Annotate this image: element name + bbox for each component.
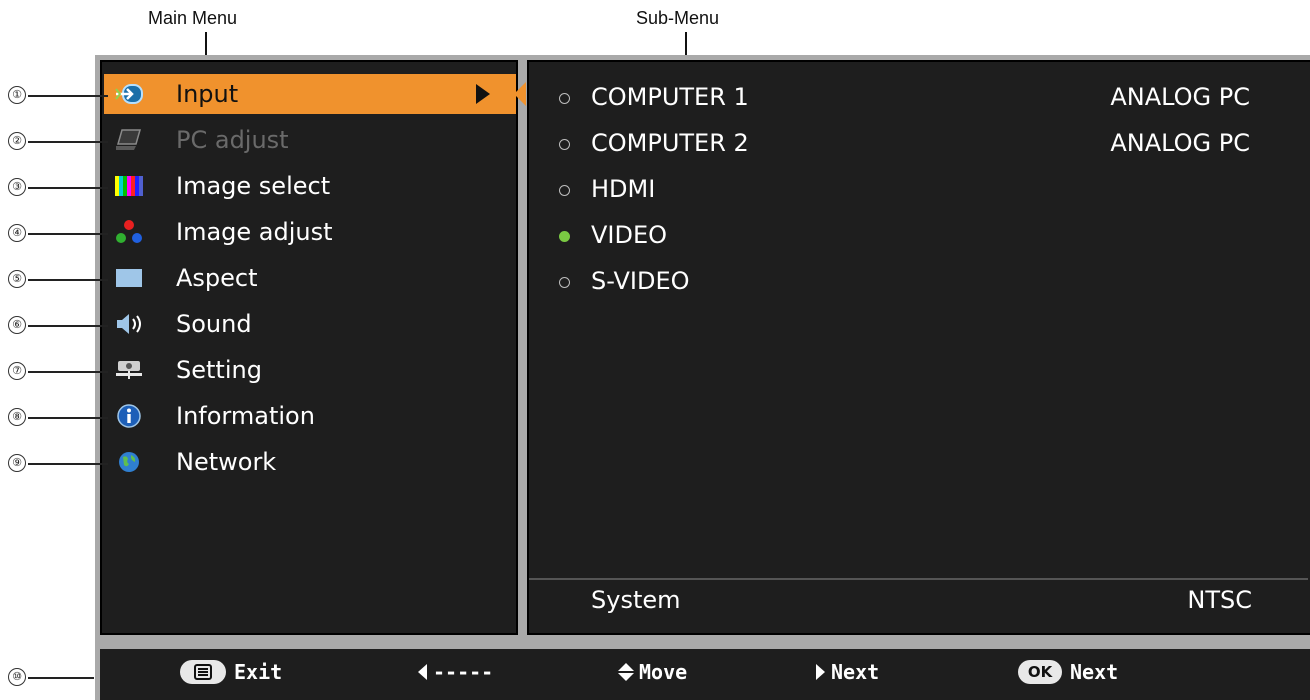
- menu-label: Image adjust: [176, 218, 333, 246]
- move-hint-label: Move: [639, 660, 688, 684]
- radio-button-icon: [559, 185, 570, 196]
- sub-menu-label: COMPUTER 2: [591, 129, 749, 157]
- main-menu-item-setting[interactable]: Setting: [104, 350, 516, 390]
- bottom-hint-bar: Exit ----- Move Next OK Next: [100, 649, 1310, 700]
- radio-button-icon: [559, 93, 570, 104]
- main-menu-item-image-adjust[interactable]: Image adjust: [104, 212, 516, 252]
- main-menu-item-sound[interactable]: Sound: [104, 304, 516, 344]
- image-adjust-icon: [112, 218, 146, 246]
- main-menu-item-network[interactable]: Network: [104, 442, 516, 482]
- sub-menu-label: HDMI: [591, 175, 656, 203]
- callout-number: ①: [8, 86, 26, 104]
- left-arrow-icon: [418, 664, 427, 680]
- sound-icon: [112, 310, 146, 338]
- sub-menu-item-hdmi[interactable]: HDMI: [529, 171, 1308, 211]
- radio-button-icon: [559, 139, 570, 150]
- menu-label: Network: [176, 448, 277, 476]
- sub-menu-value: ANALOG PC: [1110, 129, 1250, 157]
- radio-button-icon: [559, 277, 570, 288]
- menu-key-icon: [180, 660, 226, 684]
- main-menu-item-image-select[interactable]: Image select: [104, 166, 516, 206]
- menu-label: Aspect: [176, 264, 258, 292]
- network-icon: [112, 448, 146, 476]
- callout-line: [28, 233, 108, 235]
- sub-menu-label: COMPUTER 1: [591, 83, 749, 111]
- main-menu-panel: Input PC adjust Image select Image adjus…: [100, 60, 518, 635]
- right-arrow-icon: [816, 664, 825, 680]
- sub-menu-item-computer-1[interactable]: COMPUTER 1 ANALOG PC: [529, 79, 1308, 119]
- menu-label: PC adjust: [176, 126, 289, 154]
- input-icon: [112, 80, 146, 108]
- main-menu-item-pc-adjust[interactable]: PC adjust: [104, 120, 516, 160]
- image-select-icon: [112, 172, 146, 200]
- main-menu-item-aspect[interactable]: Aspect: [104, 258, 516, 298]
- callout-number: ④: [8, 224, 26, 242]
- divider: [529, 578, 1308, 580]
- next-hint[interactable]: Next: [816, 660, 879, 684]
- callout-number: ③: [8, 178, 26, 196]
- sub-menu-item-video[interactable]: VIDEO: [529, 217, 1308, 257]
- ok-hint-label: Next: [1070, 660, 1119, 684]
- up-down-arrow-icon: [618, 663, 634, 681]
- callout-number: ⑥: [8, 316, 26, 334]
- menu-label: Information: [176, 402, 315, 430]
- callout-line: [28, 325, 108, 327]
- sub-menu-item-s-video[interactable]: S-VIDEO: [529, 263, 1308, 303]
- information-icon: [112, 402, 146, 430]
- callout-number: ②: [8, 132, 26, 150]
- menu-label: Input: [176, 80, 239, 108]
- sub-menu-label: VIDEO: [591, 221, 668, 249]
- system-label: System: [591, 586, 681, 614]
- callout-number: ⑦: [8, 362, 26, 380]
- main-menu-callout: Main Menu: [148, 8, 238, 28]
- pc-adjust-icon: [112, 126, 146, 154]
- move-hint[interactable]: Move: [618, 660, 687, 684]
- submenu-arrow-icon: [476, 84, 490, 104]
- sub-menu-item-computer-2[interactable]: COMPUTER 2 ANALOG PC: [529, 125, 1308, 165]
- radio-selected-icon: [559, 231, 570, 242]
- active-menu-pointer: [514, 82, 526, 106]
- back-hint-label: -----: [433, 660, 494, 684]
- callout-number: ⑩: [8, 668, 26, 686]
- callout-line: [28, 417, 108, 419]
- callout-line: [28, 95, 108, 97]
- sub-menu-callout: Sub-Menu: [636, 8, 720, 28]
- system-value: NTSC: [1187, 586, 1252, 614]
- sub-menu-value: ANALOG PC: [1110, 83, 1250, 111]
- callout-line: [28, 463, 108, 465]
- exit-hint-label: Exit: [234, 660, 283, 684]
- ok-key-icon: OK: [1018, 660, 1062, 684]
- callout-line: [28, 187, 108, 189]
- back-hint: -----: [418, 660, 493, 684]
- menu-label: Setting: [176, 356, 262, 384]
- callout-line: [28, 141, 108, 143]
- main-menu-item-input[interactable]: Input: [104, 74, 516, 114]
- callout-line: [28, 279, 108, 281]
- ok-hint[interactable]: OK Next: [1018, 660, 1118, 684]
- setting-icon: [112, 356, 146, 384]
- sub-menu-label: S-VIDEO: [591, 267, 690, 295]
- main-menu-item-information[interactable]: Information: [104, 396, 516, 436]
- menu-label: Sound: [176, 310, 252, 338]
- callout-number: ⑨: [8, 454, 26, 472]
- sub-menu-panel: COMPUTER 1 ANALOG PC COMPUTER 2 ANALOG P…: [527, 60, 1310, 635]
- callout-number: ⑧: [8, 408, 26, 426]
- menu-label: Image select: [176, 172, 331, 200]
- next-hint-label: Next: [831, 660, 880, 684]
- exit-hint[interactable]: Exit: [180, 660, 282, 684]
- callout-number: ⑤: [8, 270, 26, 288]
- callout-line: [28, 677, 94, 679]
- aspect-icon: [112, 264, 146, 292]
- callout-line: [28, 371, 108, 373]
